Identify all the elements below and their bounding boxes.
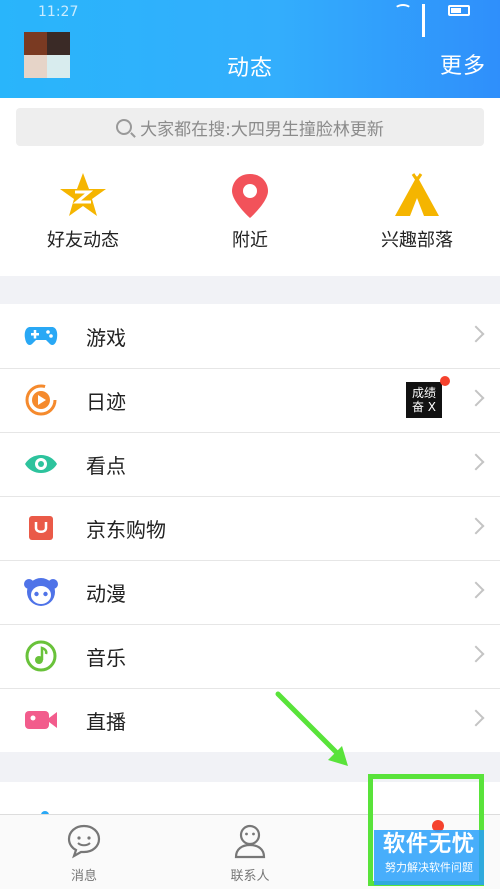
chevron-right-icon [467,389,485,407]
contacts-person-icon [234,824,266,859]
eye-icon [24,447,58,481]
list-item-daily-trace[interactable]: 日迹 成绩 奋 X [0,368,500,432]
battery-icon [448,4,470,16]
tab-contacts[interactable]: 联系人 [200,823,300,884]
list-item-jd-shopping[interactable]: 京东购物 [0,496,500,560]
chevron-right-icon [467,709,485,727]
music-note-icon [24,639,58,673]
watermark: 软件无忧 努力解决软件问题 [374,830,484,885]
message-bubble-icon [67,824,101,859]
thumbnail-image: 成绩 奋 X [406,382,442,418]
notification-dot [440,376,450,386]
quick-link-label: 附近 [232,230,268,251]
play-circle-icon [24,383,58,417]
feature-list: 游戏 日迹 成绩 奋 X 看点 京东购物 动漫 音乐 直播 [0,304,500,752]
tab-label: 消息 [70,869,97,884]
chevron-right-icon [467,645,485,663]
list-item-label: 动漫 [86,581,126,606]
search-icon [116,119,133,135]
list-item-label: 京东购物 [86,517,166,542]
tab-label: 联系人 [230,869,270,884]
list-item-label: 音乐 [86,645,126,670]
quick-link-label: 好友动态 [47,230,119,251]
page-title: 动态 [226,56,273,81]
chevron-right-icon [467,517,485,535]
quick-link-nearby[interactable]: 附近 [175,170,325,252]
chevron-right-icon [467,325,485,343]
quick-link-label: 兴趣部落 [381,230,453,251]
list-item-kandian[interactable]: 看点 [0,432,500,496]
app-header: 11:27 动态 更多 [0,0,500,98]
list-item-games[interactable]: 游戏 [0,304,500,368]
watermark-title: 软件无忧 [382,832,475,857]
anime-face-icon [24,575,58,609]
shopping-bag-icon [24,511,58,545]
list-item-label: 日迹 [86,389,126,414]
green-arrow-annotation [275,691,348,766]
list-item-live[interactable]: 直播 [0,688,500,752]
gamepad-icon [24,319,58,353]
tab-messages[interactable]: 消息 [34,823,134,884]
chevron-right-icon [467,581,485,599]
star-icon [60,173,106,216]
more-button[interactable]: 更多 [440,48,486,80]
list-item-music[interactable]: 音乐 [0,624,500,688]
quick-link-friends-feed[interactable]: 好友动态 [8,170,158,252]
location-pin-icon [232,174,268,218]
watermark-subtitle: 努力解决软件问题 [385,861,473,874]
status-icons [394,4,470,37]
quick-link-interest-tribe[interactable]: 兴趣部落 [342,170,492,252]
list-item-anime[interactable]: 动漫 [0,560,500,624]
tent-icon [395,173,439,216]
list-item-label: 直播 [86,709,126,734]
chevron-right-icon [467,453,485,471]
wifi-icon [394,4,412,16]
list-item-label: 游戏 [86,325,126,350]
search-placeholder: 大家都在搜:大四男生撞脸林更新 [140,119,384,140]
search-bar[interactable]: 大家都在搜:大四男生撞脸林更新 [16,108,484,146]
status-time: 11:27 [38,4,79,20]
signal-icon [422,4,438,37]
list-item-label: 看点 [86,453,126,478]
video-camera-icon [24,703,58,737]
